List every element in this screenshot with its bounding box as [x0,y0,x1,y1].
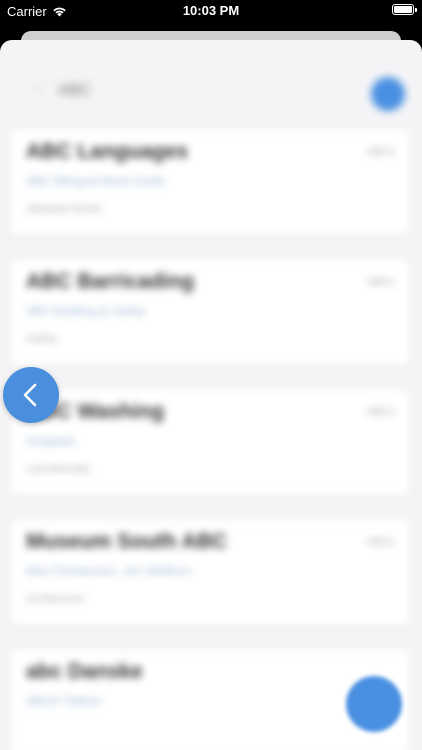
result-subtitle: ABC Building & Safety [26,304,146,318]
result-card[interactable]: ABC Languages ABCs ABC Bilingual Book Gu… [11,130,409,235]
result-card[interactable]: ABC Washing ABCs Hospitals Laundromats [11,390,409,495]
battery-icon [392,4,417,15]
chevron-left-icon [23,383,37,407]
result-meta: ABCs [366,146,395,158]
result-tag: Alphabet books [26,203,102,215]
result-card[interactable]: ABC Barricading ABCs ABC Building & Safe… [11,260,409,365]
result-title: Museum South ABC [26,530,228,553]
floating-action-button[interactable] [346,676,402,732]
result-tag: Safety [26,333,58,345]
search-input[interactable]: ABC [58,82,91,100]
battery-level [394,6,412,13]
result-tag: Laundromats [26,463,91,475]
result-subtitle: Hospitals [26,434,76,448]
result-subtitle: ABC Bilingual Book Guide [26,174,166,188]
result-title: ABC Barricading [26,270,195,293]
search-results-sheet: ← ABC ABC Languages ABCs ABC Bilingual B… [0,40,422,750]
back-button[interactable] [3,367,59,423]
search-bar[interactable]: ← ABC [0,52,422,112]
result-title: ABC Languages [26,140,189,163]
result-tag: Architecture [26,593,85,605]
search-action-button[interactable] [371,77,405,111]
result-title: abc Danske [26,660,143,683]
result-card[interactable]: Museum South ABC ABCs Max Christensen, J… [11,520,409,625]
result-meta: ABCs [366,536,395,548]
status-bar: Carrier 10:03 PM [0,0,422,22]
result-meta: ABCs [366,406,395,418]
search-back-icon[interactable]: ← [30,78,46,96]
result-meta: ABCs [366,276,395,288]
blurred-content: ← ABC ABC Languages ABCs ABC Bilingual B… [0,40,422,750]
status-time: 10:03 PM [182,3,240,18]
result-subtitle: Max Christensen, Jim Stellhorn [26,564,193,578]
app-screen: Carrier 10:03 PM ← ABC ABC Languages ABC… [0,0,422,750]
result-subtitle: ABCD Tildkort [26,694,102,708]
